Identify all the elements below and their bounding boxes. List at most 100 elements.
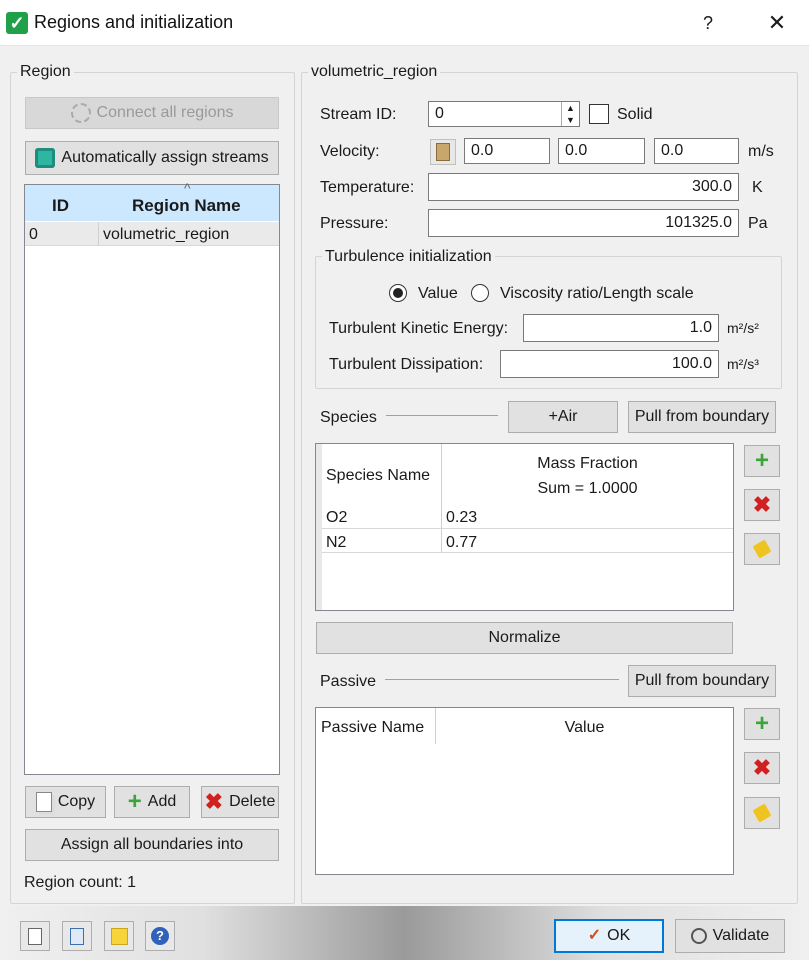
- plus-icon: +: [754, 710, 769, 737]
- sort-indicator-icon: ^: [184, 180, 191, 196]
- dashed-circle-icon: [70, 103, 91, 123]
- cube-icon: [35, 148, 56, 168]
- dissipation-label: Turbulent Dissipation:: [329, 356, 484, 373]
- velocity-y-value: 0.0: [565, 142, 588, 159]
- add-button[interactable]: + Add: [114, 786, 190, 818]
- region-count: Region count: 1: [24, 874, 137, 891]
- pressure-field[interactable]: 101325.0: [428, 209, 739, 237]
- ok-label: OK: [607, 927, 631, 944]
- delete-label: Delete: [229, 793, 276, 810]
- dissipation-unit: m²/s³: [727, 356, 759, 372]
- species-separator: [386, 415, 498, 416]
- dissipation-field[interactable]: 100.0: [500, 350, 719, 378]
- stream-id-spinbox[interactable]: 0: [428, 101, 580, 127]
- temperature-unit: K: [752, 179, 763, 196]
- assign-all-boundaries-button[interactable]: Assign all boundaries into: [25, 829, 279, 861]
- pressure-value: 101325.0: [665, 214, 732, 231]
- preview-icon[interactable]: [62, 921, 92, 951]
- col-header-passive-name[interactable]: Passive Name: [321, 719, 424, 737]
- solid-checkbox[interactable]: [589, 104, 609, 124]
- copy-icon: [35, 792, 52, 812]
- pressure-unit: Pa: [748, 215, 768, 232]
- passive-add-button[interactable]: +: [744, 708, 780, 740]
- velocity-x-value: 0.0: [471, 142, 494, 159]
- velocity-label: Velocity:: [320, 143, 380, 160]
- auto-assign-streams-button[interactable]: Automatically assign streams: [25, 141, 279, 175]
- note-icon[interactable]: [104, 921, 134, 951]
- validate-search-icon: [690, 928, 707, 944]
- species-pull-from-boundary-button[interactable]: Pull from boundary: [628, 401, 776, 433]
- delete-x-icon: ✖: [752, 492, 772, 517]
- passive-separator: [385, 679, 619, 680]
- table-row[interactable]: [322, 530, 733, 553]
- velocity-unit: m/s: [748, 143, 774, 160]
- plus-icon: +: [754, 447, 769, 474]
- connect-all-label: Connect all regions: [96, 104, 234, 121]
- passive-delete-button[interactable]: ✖: [744, 752, 780, 784]
- tke-label: Turbulent Kinetic Energy:: [329, 320, 509, 337]
- validate-button[interactable]: Validate: [675, 919, 785, 953]
- dissipation-value: 100.0: [671, 355, 712, 372]
- ok-check-icon: ✓: [587, 927, 602, 944]
- temperature-value: 300.0: [691, 178, 732, 195]
- tke-field[interactable]: 1.0: [523, 314, 719, 342]
- turbulence-group-label: Turbulence initialization: [322, 248, 495, 266]
- validate-label: Validate: [712, 927, 770, 944]
- stream-id-label: Stream ID:: [320, 106, 397, 123]
- copy-label: Copy: [57, 793, 96, 810]
- col-header-passive-value[interactable]: Value: [436, 719, 733, 737]
- species-add-button[interactable]: +: [744, 445, 780, 477]
- passive-pull-from-boundary-button[interactable]: Pull from boundary: [628, 665, 776, 697]
- region-table: [24, 184, 280, 775]
- export-icon[interactable]: [20, 921, 50, 951]
- add-label: Add: [147, 793, 177, 810]
- velocity-y-field[interactable]: 0.0: [558, 138, 645, 164]
- species-clear-button[interactable]: [744, 533, 780, 565]
- auto-assign-label: Automatically assign streams: [61, 149, 269, 166]
- species-row-name: N2: [326, 534, 347, 551]
- region-row-id: 0: [29, 226, 38, 243]
- spin-arrows-icon[interactable]: ▲ ▼: [561, 102, 579, 126]
- radio-value[interactable]: [389, 284, 407, 302]
- velocity-z-value: 0.0: [661, 142, 684, 159]
- ok-button[interactable]: ✓ OK: [554, 919, 664, 953]
- connect-all-regions-button[interactable]: Connect all regions: [25, 97, 279, 129]
- paste-icon[interactable]: [430, 139, 456, 165]
- velocity-z-field[interactable]: 0.0: [654, 138, 739, 164]
- delete-x-icon: ✖: [204, 789, 224, 814]
- close-button[interactable]: ✕: [764, 10, 790, 36]
- radio-value-label: Value: [418, 285, 458, 302]
- broom-icon: [752, 539, 772, 559]
- col-header-mass-fraction[interactable]: Mass Fraction: [442, 455, 733, 473]
- app-check-icon: ✓: [6, 12, 28, 34]
- tke-unit: m²/s²: [727, 320, 759, 336]
- mass-fraction-sum: Sum = 1.0000: [537, 480, 638, 497]
- col-header-species-name[interactable]: Species Name: [326, 467, 430, 485]
- species-row-value: 0.23: [446, 509, 478, 526]
- radio-viscosity[interactable]: [471, 284, 489, 302]
- species-label: Species: [320, 409, 377, 426]
- add-air-button[interactable]: +Air: [508, 401, 618, 433]
- copy-button[interactable]: Copy: [25, 786, 106, 818]
- plus-icon: +: [127, 788, 142, 815]
- passive-clear-button[interactable]: [744, 797, 780, 829]
- col-header-region-name[interactable]: Region Name: [132, 196, 241, 216]
- region-row-name: volumetric_region: [103, 226, 230, 243]
- col-header-id[interactable]: ID: [52, 196, 69, 216]
- radio-viscosity-label: Viscosity ratio/Length scale: [500, 285, 694, 302]
- tke-value: 1.0: [689, 319, 712, 336]
- temperature-field[interactable]: 300.0: [428, 173, 739, 201]
- help-button[interactable]: ?: [696, 10, 720, 36]
- species-row-value: 0.77: [446, 534, 478, 551]
- table-row[interactable]: [322, 505, 733, 529]
- help-icon[interactable]: ?: [145, 921, 175, 951]
- species-delete-button[interactable]: ✖: [744, 489, 780, 521]
- window-title: Regions and initialization: [34, 12, 234, 32]
- region-group-label: Region: [17, 63, 74, 81]
- column-divider: [98, 222, 99, 246]
- stream-id-value: 0: [435, 105, 444, 122]
- volumetric-region-label: volumetric_region: [308, 63, 441, 81]
- delete-button[interactable]: ✖ Delete: [201, 786, 279, 818]
- velocity-x-field[interactable]: 0.0: [464, 138, 550, 164]
- normalize-button[interactable]: Normalize: [316, 622, 733, 654]
